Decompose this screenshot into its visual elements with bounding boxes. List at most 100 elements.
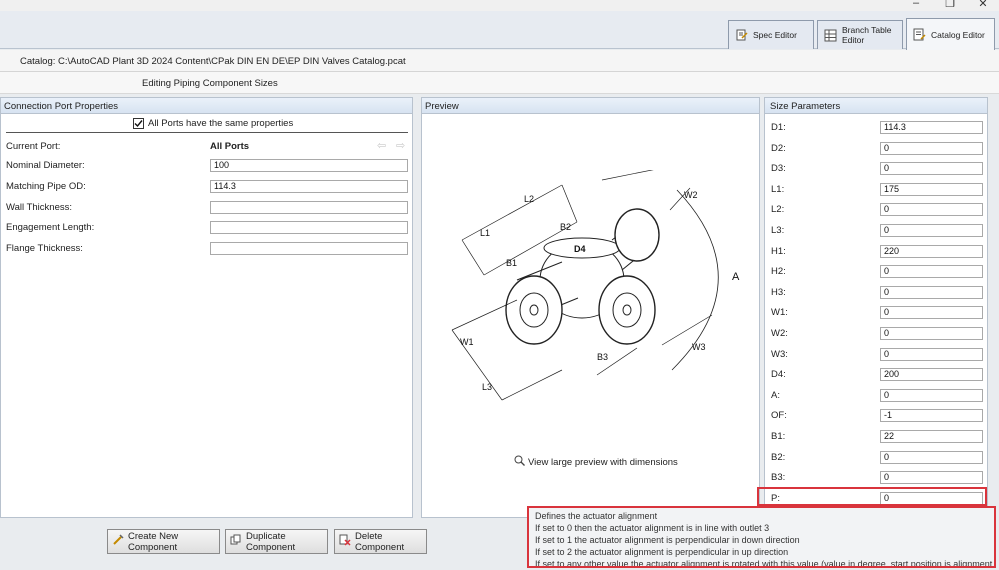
section-header: Editing Piping Component Sizes [0, 72, 999, 94]
tooltip-line: If set to 0 then the actuator alignment … [535, 523, 770, 533]
size-param-label: W1: [771, 307, 788, 319]
same-properties-label: All Ports have the same properties [148, 118, 294, 129]
view-large-preview-label: View large preview with dimensions [528, 456, 678, 468]
size-param-field-of[interactable]: -1 [880, 409, 983, 423]
duplicate-component-button[interactable]: Duplicate Component [225, 529, 328, 554]
size-param-field-b1[interactable]: 22 [880, 430, 983, 443]
dim-label-l2: L2 [524, 194, 534, 204]
tooltip-line: If set to any other value the actuator a… [535, 559, 996, 568]
tab-spec-editor[interactable]: Spec Editor [728, 20, 814, 49]
size-param-label: B2: [771, 451, 786, 463]
tab-branch-table-editor[interactable]: Branch Table Editor [817, 20, 903, 49]
size-param-field-l1[interactable]: 175 [880, 182, 983, 196]
size-param-label: OF: [771, 410, 787, 422]
flange-thickness-field[interactable] [210, 242, 408, 255]
engagement-length-label: Engagement Length: [6, 222, 95, 233]
preview-panel: Preview L1 L2 B2 W2 D4 B1 A W1 L3 B3 W3 … [421, 97, 760, 518]
button-label: Delete Component [355, 530, 405, 553]
dim-label-b2: B2 [560, 222, 571, 232]
section-title: Editing Piping Component Sizes [142, 78, 278, 89]
dim-label-l1: L1 [480, 228, 490, 238]
tooltip-line: If set to 2 the actuator alignment is pe… [535, 547, 789, 557]
size-param-field-h3[interactable]: 0 [880, 285, 983, 299]
delete-component-icon [339, 534, 351, 549]
same-properties-option[interactable]: All Ports have the same properties [133, 118, 293, 129]
wall-thickness-field[interactable] [210, 201, 408, 214]
panel-title: Size Parameters [765, 98, 987, 114]
minimize-button[interactable]: – [906, 0, 926, 9]
window-titlebar: – ❐ ✕ [0, 0, 999, 11]
wall-thickness-label: Wall Thickness: [6, 202, 72, 213]
size-param-label: W2: [771, 328, 788, 339]
size-parameters-panel: Size Parameters D1: 114.3 D2: 0 D3: 0 L1: 175 L2… [764, 97, 988, 518]
dim-label-a: A [732, 271, 740, 283]
nominal-diameter-label: Nominal Diameter: [6, 160, 85, 171]
tab-catalog-editor[interactable]: Catalog Editor [906, 18, 995, 50]
next-port-arrow-icon[interactable]: ⇨ [396, 139, 405, 152]
dim-label-w3: W3 [692, 342, 706, 352]
size-param-field-l3[interactable]: 0 [880, 224, 983, 237]
tab-label: Catalog Editor [931, 29, 985, 40]
magnifier-icon [514, 455, 525, 469]
flange-thickness-label: Flange Thickness: [6, 243, 83, 254]
previous-port-arrow-icon[interactable]: ⇦ [377, 139, 386, 152]
create-component-icon [112, 534, 124, 549]
duplicate-component-icon [230, 534, 242, 549]
connection-port-panel: Connection Port Properties All Ports hav… [0, 97, 413, 518]
close-button[interactable]: ✕ [973, 0, 993, 10]
dim-label-d4: D4 [574, 244, 586, 254]
engagement-length-field[interactable] [210, 221, 408, 234]
maximize-button[interactable]: ❐ [940, 0, 960, 10]
panel-title: Connection Port Properties [1, 98, 412, 114]
checkbox-checked-icon[interactable] [133, 118, 144, 129]
matching-pipe-od-label: Matching Pipe OD: [6, 181, 86, 192]
view-large-preview-link[interactable]: View large preview with dimensions [514, 455, 678, 469]
size-param-field-d4[interactable]: 200 [880, 368, 983, 382]
size-param-label: H3: [771, 286, 786, 298]
branch-table-icon [824, 29, 837, 42]
delete-component-button[interactable]: Delete Component [334, 529, 427, 554]
size-param-field-w2[interactable]: 0 [880, 327, 983, 340]
divider [6, 132, 408, 133]
size-param-label: L2: [771, 204, 785, 216]
size-param-label: D2: [771, 142, 786, 154]
tooltip-line: If set to 1 the actuator alignment is pe… [535, 535, 800, 545]
spec-editor-icon [735, 29, 748, 42]
size-param-field-d1[interactable]: 114.3 [880, 121, 983, 134]
dim-label-w1: W1 [460, 337, 474, 347]
tab-label: Branch Table Editor [842, 25, 892, 45]
valve-isometric-drawing: L1 L2 B2 W2 D4 B1 A W1 L3 B3 W3 [451, 170, 740, 401]
size-param-label: D4: [771, 369, 786, 381]
size-param-label: A: [771, 389, 780, 401]
dim-label-w2: W2 [684, 190, 698, 200]
catalog-path: Catalog: C:\AutoCAD Plant 3D 2024 Conten… [20, 56, 406, 67]
size-param-field-w1[interactable]: 0 [880, 306, 983, 320]
size-param-label: H1: [771, 245, 786, 257]
size-param-label: W3: [771, 348, 788, 360]
size-param-field-h1[interactable]: 220 [880, 244, 983, 258]
current-port-label: Current Port: [6, 141, 61, 152]
create-new-component-button[interactable]: Create New Component [107, 529, 220, 554]
size-param-field-b3[interactable]: 0 [880, 471, 983, 485]
size-param-field-l2[interactable]: 0 [880, 203, 983, 217]
size-param-field-d3[interactable]: 0 [880, 162, 983, 176]
matching-pipe-od-field[interactable]: 114.3 [210, 180, 408, 193]
button-label: Create New Component [128, 530, 179, 553]
nominal-diameter-field[interactable]: 100 [210, 159, 408, 172]
dim-label-b1: B1 [506, 258, 517, 268]
catalog-bar: Catalog: C:\AutoCAD Plant 3D 2024 Conten… [0, 50, 999, 72]
size-param-label: B1: [771, 431, 786, 442]
size-param-field-w3[interactable]: 0 [880, 347, 983, 361]
size-param-field-h2[interactable]: 0 [880, 265, 983, 279]
dim-label-l3: L3 [482, 382, 492, 392]
size-param-field-b2[interactable]: 0 [880, 450, 983, 464]
current-port-value: All Ports [210, 141, 250, 152]
size-param-field-d2[interactable]: 0 [880, 141, 983, 155]
dim-label-b3: B3 [597, 352, 608, 362]
button-label: Duplicate Component [246, 530, 296, 553]
size-param-field-a[interactable]: 0 [880, 388, 983, 402]
size-param-label: B3: [771, 472, 786, 484]
panel-title: Preview [422, 98, 759, 114]
actuator-alignment-tooltip: Defines the actuator alignment If set to… [527, 506, 996, 568]
size-param-label: D1: [771, 122, 786, 133]
